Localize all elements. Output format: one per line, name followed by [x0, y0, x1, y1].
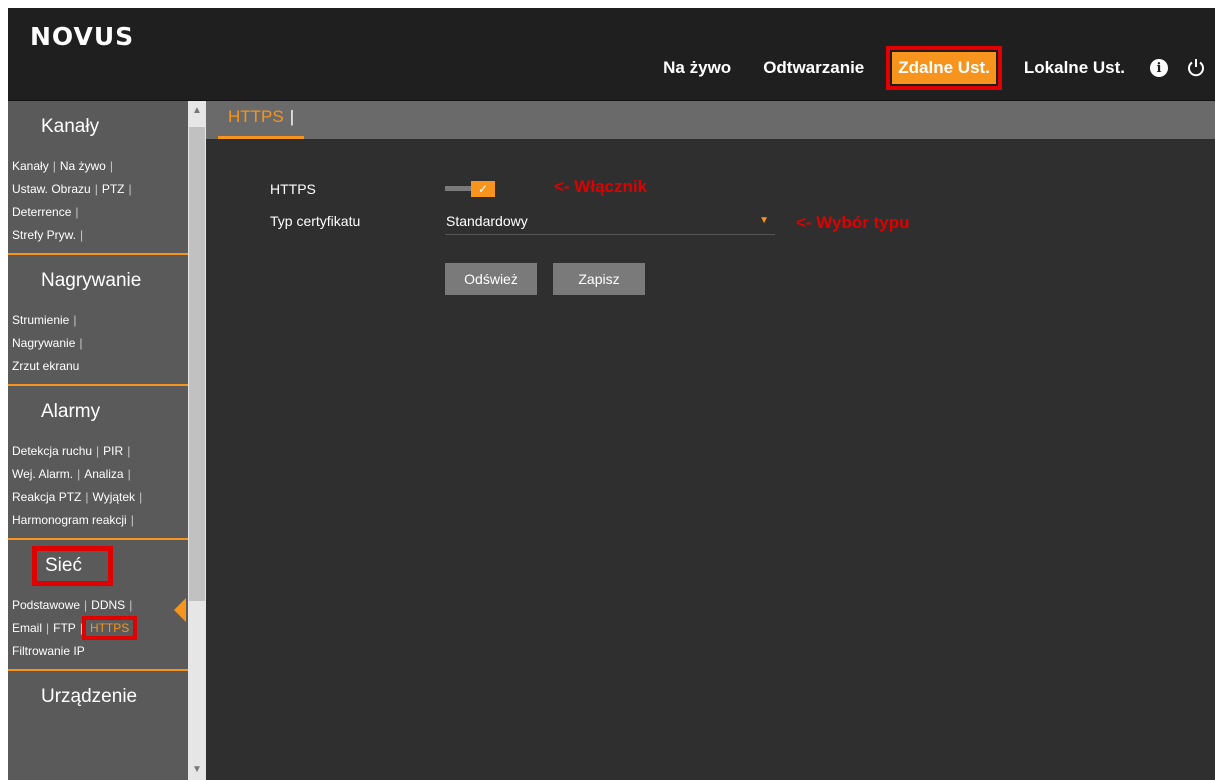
section-title: Sieć	[32, 546, 113, 586]
section-links: Detekcja ruchu | PIR | Wej. Alarm. | Analiza |…	[8, 438, 192, 538]
link-recording[interactable]: Nagrywanie	[12, 336, 75, 350]
check-icon: ✓	[471, 181, 495, 197]
link-line: Ustaw. Obrazu | PTZ |	[12, 182, 132, 196]
https-label: HTTPS	[270, 181, 316, 197]
link-ptz[interactable]: PTZ	[102, 182, 125, 196]
sidebar-section-network[interactable]: Sieć	[8, 540, 192, 592]
link-line: Reakcja PTZ | Wyjątek |	[12, 490, 143, 504]
section-title: Kanały	[41, 116, 100, 137]
power-icon[interactable]	[1186, 58, 1206, 78]
link-line: Strefy Pryw. |	[12, 228, 84, 242]
annotation-type: <- Wybór typu	[796, 213, 910, 232]
certificate-type-label: Typ certyfikatu	[270, 213, 361, 229]
link-line: Zrzut ekranu	[12, 355, 188, 378]
scroll-up-icon[interactable]: ▲	[188, 101, 206, 121]
link-ddns[interactable]: DDNS	[91, 598, 125, 612]
nav-live[interactable]: Na żywo	[659, 54, 735, 82]
link-line: Strumienie |	[12, 313, 77, 327]
active-section-arrow-icon	[174, 598, 186, 622]
app-window: NOVUS Na żywo Odtwarzanie Zdalne Ust. Lo…	[8, 8, 1215, 780]
section-title: Urządzenie	[41, 686, 138, 707]
refresh-button[interactable]: Odśwież	[445, 263, 537, 295]
link-line: Filtrowanie IP	[12, 640, 188, 663]
scroll-down-icon[interactable]: ▼	[188, 760, 206, 780]
link-line: Podstawowe | DDNS |	[12, 598, 133, 612]
link-line: Nagrywanie |	[12, 336, 83, 350]
link-alarm-input[interactable]: Wej. Alarm.	[12, 467, 73, 481]
link-line: Deterrence |	[12, 205, 79, 219]
dropdown-arrow-icon: ▼	[759, 215, 769, 226]
link-image-settings[interactable]: Ustaw. Obrazu	[12, 182, 91, 196]
certificate-type-select[interactable]: Standardowy ▼	[445, 209, 775, 235]
link-channels[interactable]: Kanały	[12, 159, 49, 173]
link-line: Email | FTP | HTTPS	[12, 616, 188, 640]
section-links: Strumienie | Nagrywanie | Zrzut ekranu	[8, 307, 192, 384]
sidebar-section-alarms[interactable]: Alarmy	[8, 386, 192, 438]
link-ftp[interactable]: FTP	[53, 621, 76, 635]
sidebar: Kanały Kanały | Na żywo | Ustaw. Obrazu | PTZ…	[8, 101, 192, 780]
sidebar-section-recording[interactable]: Nagrywanie	[8, 255, 192, 307]
sidebar-scrollbar[interactable]: ▲ ▼	[188, 101, 206, 780]
main-content: HTTPS | HTTPS ✓ <- Włącznik Typ certyfika…	[206, 101, 1215, 780]
tab-https[interactable]: HTTPS |	[218, 101, 305, 139]
link-basic[interactable]: Podstawowe	[12, 598, 80, 612]
certificate-type-value: Standardowy	[446, 213, 528, 229]
annotation-switch: <- Włącznik	[554, 177, 648, 196]
link-streams[interactable]: Strumienie	[12, 313, 69, 327]
section-links: Podstawowe | DDNS | Email | FTP | HTTPS Filtrow…	[8, 592, 192, 669]
link-line: Detekcja ruchu | PIR |	[12, 444, 131, 458]
tab-label: HTTPS	[228, 107, 284, 126]
top-nav: Na żywo Odtwarzanie Zdalne Ust. Lokalne …	[647, 46, 1215, 90]
novus-logo: NOVUS	[30, 22, 135, 51]
link-motion-detection[interactable]: Detekcja ruchu	[12, 444, 92, 458]
link-ptz-reaction[interactable]: Reakcja PTZ	[12, 490, 81, 504]
section-title: Nagrywanie	[41, 270, 142, 291]
link-email[interactable]: Email	[12, 621, 42, 635]
https-toggle[interactable]: ✓	[445, 179, 499, 199]
top-header: NOVUS Na żywo Odtwarzanie Zdalne Ust. Lo…	[8, 8, 1215, 101]
nav-local-settings[interactable]: Lokalne Ust.	[1020, 54, 1129, 82]
link-line: Wej. Alarm. | Analiza |	[12, 467, 131, 481]
section-title: Alarmy	[41, 401, 101, 422]
link-analytics[interactable]: Analiza	[84, 467, 123, 481]
link-privacy-zones[interactable]: Strefy Pryw.	[12, 228, 76, 242]
link-exception[interactable]: Wyjątek	[92, 490, 135, 504]
link-snapshot[interactable]: Zrzut ekranu	[12, 359, 79, 373]
save-button[interactable]: Zapisz	[553, 263, 645, 295]
link-https[interactable]: HTTPS	[81, 616, 138, 640]
link-ip-filtering[interactable]: Filtrowanie IP	[12, 644, 85, 658]
link-live[interactable]: Na żywo	[60, 159, 106, 173]
tab-bar: HTTPS |	[206, 101, 1215, 139]
nav-playback[interactable]: Odtwarzanie	[759, 54, 868, 82]
sidebar-section-device[interactable]: Urządzenie	[8, 671, 192, 723]
scroll-thumb[interactable]	[189, 127, 205, 601]
sidebar-section-channels[interactable]: Kanały	[8, 101, 192, 153]
link-pir[interactable]: PIR	[103, 444, 123, 458]
link-reaction-schedule[interactable]: Harmonogram reakcji	[12, 513, 127, 527]
info-icon[interactable]: i	[1150, 59, 1168, 77]
link-line: Kanały | Na żywo |	[12, 159, 113, 173]
power-icon-svg	[1188, 59, 1204, 77]
link-line: Harmonogram reakcji |	[12, 513, 134, 527]
nav-remote-settings[interactable]: Zdalne Ust.	[886, 46, 1002, 90]
link-deterrence[interactable]: Deterrence	[12, 205, 71, 219]
section-links: Kanały | Na żywo | Ustaw. Obrazu | PTZ | Deter…	[8, 153, 192, 253]
